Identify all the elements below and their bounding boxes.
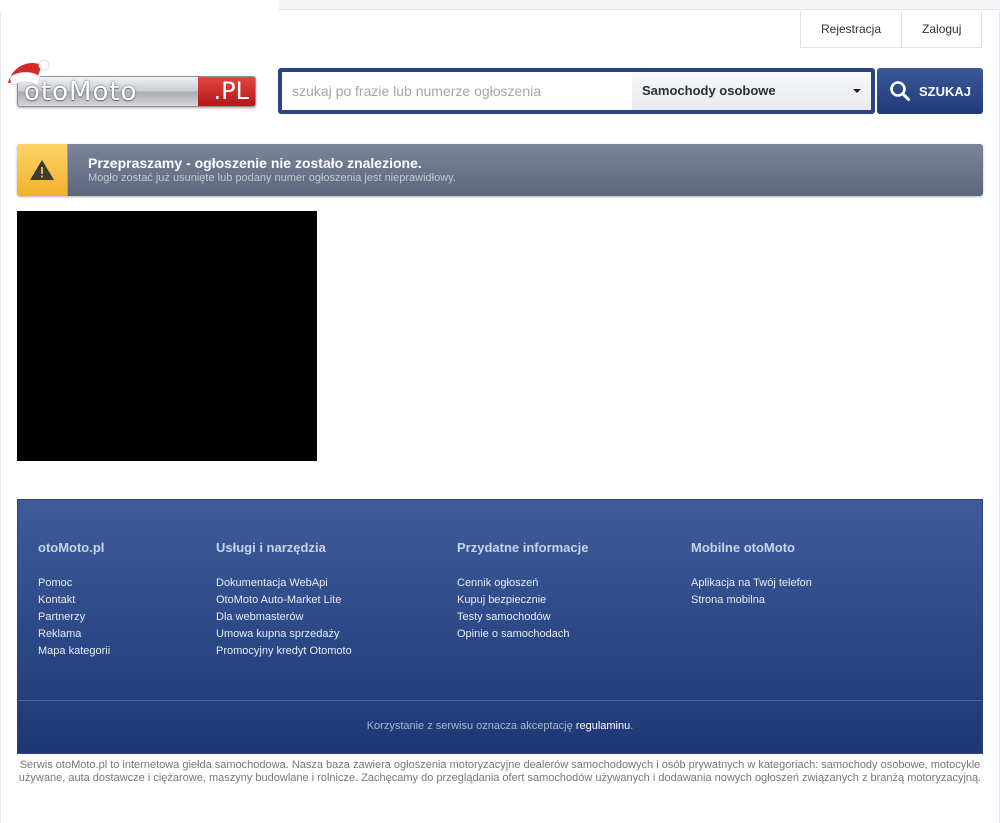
footer-link-kupuj-bezpiecznie[interactable]: Kupuj bezpiecznie (457, 594, 546, 606)
footer-link-reklama[interactable]: Reklama (38, 628, 81, 640)
search-box: Samochody osobowe (278, 68, 875, 114)
footer-link-webmasterow[interactable]: Dla webmasterów (216, 611, 303, 623)
footer-col-mobilne: Mobilne otoMoto Aplikacja na Twój telefo… (691, 540, 812, 609)
category-select-value: Samochody osobowe (642, 83, 776, 98)
footer-heading: otoMoto.pl (38, 540, 105, 555)
footer-link-strona-mobilna[interactable]: Strona mobilna (691, 594, 765, 606)
alert-title: Przepraszamy - ogłoszenie nie zostało zn… (88, 155, 422, 171)
footer-divider (18, 700, 982, 701)
footer-link-pomoc[interactable]: Pomoc (38, 577, 72, 589)
seo-description: Serwis otoMoto.pl to internetowa giełda … (18, 759, 982, 784)
footer-heading: Mobilne otoMoto (691, 540, 795, 555)
footer-link-mapa-kategorii[interactable]: Mapa kategorii (38, 645, 110, 657)
user-links: Rejestracja Zaloguj (800, 11, 983, 48)
footer-links: Aplikacja na Twój telefon Strona mobilna (691, 575, 812, 609)
category-select[interactable]: Samochody osobowe (632, 72, 871, 110)
footer-terms-end: . (630, 720, 634, 732)
login-link[interactable]: Zaloguj (901, 11, 981, 47)
logo-suffix-box: .PL (198, 77, 255, 106)
footer-links: Pomoc Kontakt Partnerzy Reklama Mapa kat… (38, 575, 110, 660)
footer-terms-text: Korzystanie z serwisu oznacza akceptację (366, 720, 573, 732)
footer-terms: Korzystanie z serwisu oznacza akceptację… (18, 720, 982, 732)
search-button[interactable]: SZUKAJ (877, 68, 983, 114)
register-link[interactable]: Rejestracja (801, 11, 901, 47)
ad-placeholder (17, 211, 317, 461)
footer-heading: Usługi i narzędzia (216, 540, 326, 555)
footer-links: Cennik ogłoszeń Kupuj bezpiecznie Testy … (457, 575, 589, 643)
footer-link-testy[interactable]: Testy samochodów (457, 611, 551, 623)
search-input[interactable] (282, 72, 632, 110)
alert-icon-box (17, 144, 68, 196)
footer-link-auto-market-lite[interactable]: OtoMoto Auto-Market Lite (216, 594, 341, 606)
footer-link-kontakt[interactable]: Kontakt (38, 594, 75, 606)
footer-heading: Przydatne informacje (457, 540, 589, 555)
footer-link-cennik[interactable]: Cennik ogłoszeń (457, 577, 538, 589)
otomoto-logo[interactable]: otoMoto .PL (8, 59, 256, 107)
footer-link-aplikacja[interactable]: Aplikacja na Twój telefon (691, 577, 812, 589)
search-button-label: SZUKAJ (918, 83, 971, 99)
terms-link[interactable]: regulaminu (576, 720, 630, 732)
footer: otoMoto.pl Pomoc Kontakt Partnerzy Rekla… (17, 499, 983, 754)
footer-link-opinie[interactable]: Opinie o samochodach (457, 628, 570, 640)
chevron-down-icon (853, 89, 861, 93)
logo-suffix: .PL (213, 77, 249, 105)
footer-link-webapi[interactable]: Dokumentacja WebApi (216, 577, 328, 589)
footer-col-otomoto: otoMoto.pl Pomoc Kontakt Partnerzy Rekla… (38, 540, 110, 660)
footer-links: Dokumentacja WebApi OtoMoto Auto-Market … (216, 575, 352, 660)
search-icon (890, 81, 910, 101)
not-found-alert: Przepraszamy - ogłoszenie nie zostało zn… (17, 144, 983, 196)
top-strip-left (0, 0, 279, 11)
footer-col-uslugi: Usługi i narzędzia Dokumentacja WebApi O… (216, 540, 352, 660)
footer-link-partnerzy[interactable]: Partnerzy (38, 611, 85, 623)
alert-message: Mogło zostać już usunięte lub podany num… (88, 172, 456, 184)
footer-col-informacje: Przydatne informacje Cennik ogłoszeń Kup… (457, 540, 589, 643)
warning-icon (30, 160, 54, 180)
logo-text: otoMoto (24, 77, 138, 107)
footer-link-umowa[interactable]: Umowa kupna sprzedaży (216, 628, 340, 640)
footer-link-kredyt[interactable]: Promocyjny kredyt Otomoto (216, 645, 352, 657)
